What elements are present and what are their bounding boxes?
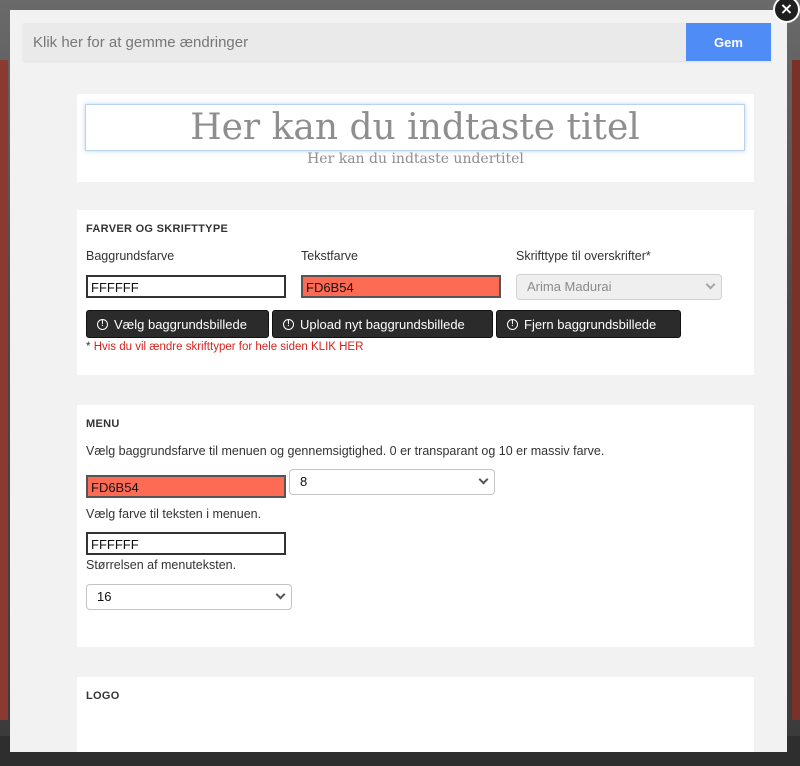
choose-background-image-button[interactable]: ! Vælg baggrundsbillede [86,310,269,338]
note-asterisk: * [86,341,91,353]
info-icon: ! [507,318,518,330]
background-strip-right [792,60,800,720]
logo-card: LOGO [77,677,754,752]
title-card: Her kan du indtaste titel Her kan du ind… [77,94,754,182]
text-color-label: Tekstfarve [301,249,358,263]
font-change-note-text[interactable]: Hvis du vil ændre skrifttyper for hele s… [94,341,364,353]
menu-text-size-label: Størrelsen af menuteksten. [86,558,237,572]
menu-text-color-label: Vælg farve til teksten i menuen. [86,507,262,521]
choose-background-image-label: Vælg baggrundsbillede [114,316,247,332]
upload-background-image-button[interactable]: ! Upload nyt baggrundsbillede [272,310,493,338]
info-icon: ! [97,318,108,330]
menu-opacity-select[interactable]: 8 [289,469,495,495]
settings-modal: Gem Her kan du indtaste titel Her kan du… [10,10,787,752]
background-color-field[interactable]: FFFFFF [86,275,286,298]
remove-background-image-label: Fjern baggrundsbillede [524,316,657,332]
save-bar: Gem [23,23,771,61]
heading-font-select[interactable]: Arima Madurai [516,274,722,300]
menu-bg-description: Vælg baggrundsfarve til menuen og gennem… [86,444,605,458]
menu-text-size-value: 16 [97,589,112,604]
chevron-down-icon [705,279,716,290]
font-change-note[interactable]: * Hvis du vil ændre skrifttyper for hele… [86,341,363,353]
menu-card: MENU Vælg baggrundsfarve til menuen og g… [77,405,754,647]
upload-background-image-label: Upload nyt baggrundsbillede [300,316,465,332]
page-subtitle-input[interactable]: Her kan du indtaste undertitel [77,151,754,167]
logo-section-heading: LOGO [86,690,120,702]
menu-text-color-field[interactable]: FFFFFF [86,532,286,555]
chevron-down-icon [478,474,489,485]
background-strip-left [0,60,8,720]
save-input[interactable] [23,23,686,61]
page-title-input[interactable]: Her kan du indtaste titel [85,104,745,151]
remove-background-image-button[interactable]: ! Fjern baggrundsbillede [496,310,681,338]
colors-section-heading: FARVER OG SKRIFTTYPE [86,223,229,235]
colors-fonts-card: FARVER OG SKRIFTTYPE Baggrundsfarve Teks… [77,210,754,375]
text-color-field[interactable]: FD6B54 [301,275,501,298]
menu-bg-color-field[interactable]: FD6B54 [86,475,286,498]
chevron-down-icon [275,589,286,600]
menu-text-size-select[interactable]: 16 [86,584,292,610]
save-button[interactable]: Gem [686,23,771,61]
heading-font-label: Skrifttype til overskrifter* [516,249,651,263]
info-icon: ! [283,318,294,330]
menu-opacity-value: 8 [300,474,308,489]
background-color-label: Baggrundsfarve [86,249,175,263]
heading-font-value: Arima Madurai [527,279,612,294]
menu-section-heading: MENU [86,418,120,430]
